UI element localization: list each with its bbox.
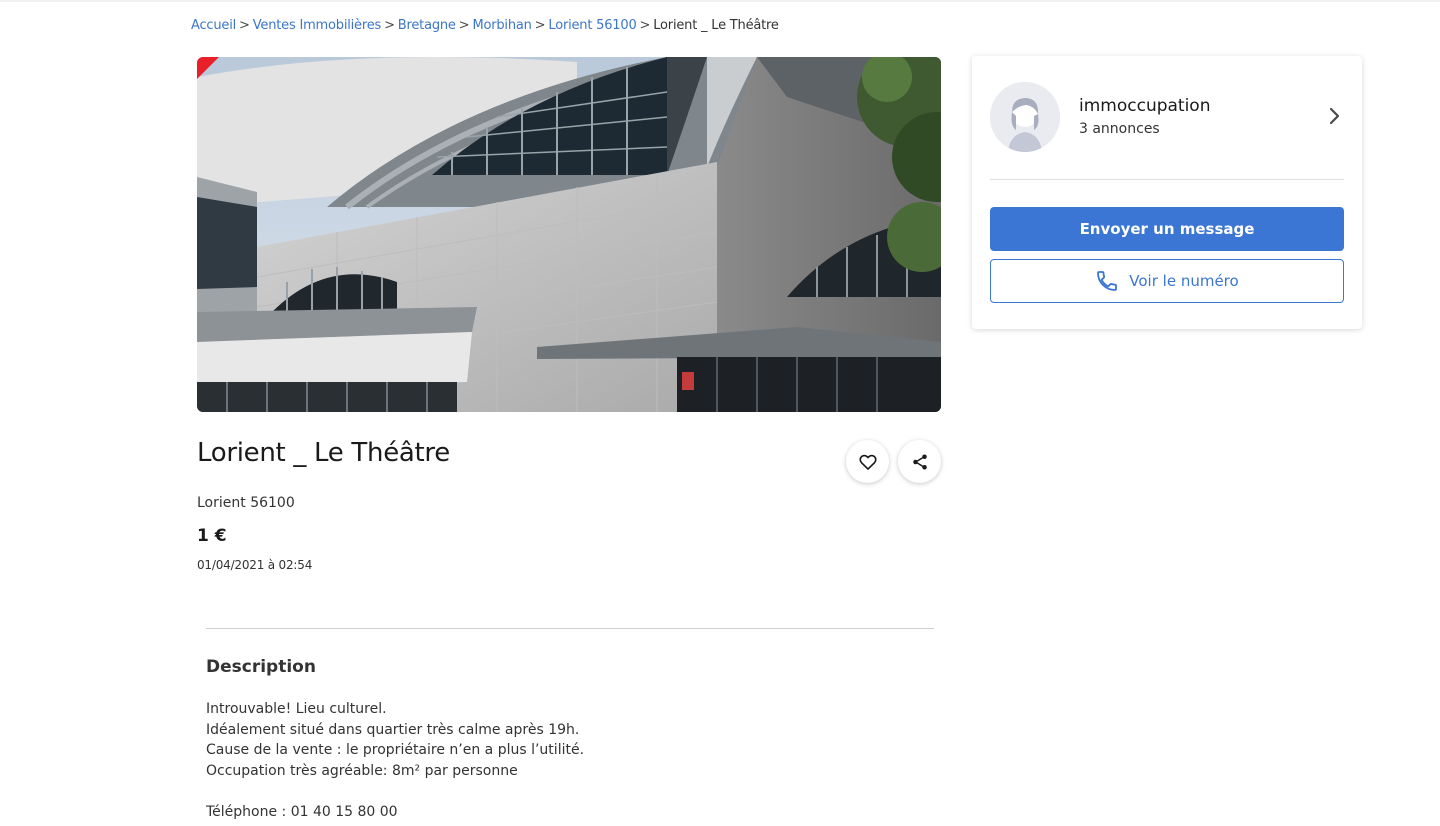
share-icon [912,454,927,469]
theater-building-illustration [197,57,941,412]
chevron-right-icon[interactable] [1322,104,1346,128]
share-button[interactable] [898,440,941,483]
description-line: Occupation très agréable: 8m² par person… [206,762,518,779]
breadcrumb-region[interactable]: Bretagne [398,18,456,33]
breadcrumb-separator: > [534,18,546,33]
phone-icon [1097,271,1118,291]
breadcrumb-home[interactable]: Accueil [191,18,236,33]
seller-card: immoccupation 3 annonces Envoyer un mess… [972,56,1362,329]
breadcrumb: Accueil > Ventes Immobilières > Bretagne > Mor… [191,18,779,33]
listing-photo[interactable] [197,57,941,412]
breadcrumb-separator: > [458,18,470,33]
breadcrumb-current: Lorient _ Le Théâtre [653,18,779,33]
description-body: Introuvable! Lieu culturel. Idéalement s… [206,699,584,822]
card-divider [990,179,1344,180]
section-divider [206,628,934,629]
send-message-button[interactable]: Envoyer un message [990,207,1344,251]
description-line: Idéalement situé dans quartier très calm… [206,721,580,738]
breadcrumb-real-estate[interactable]: Ventes Immobilières [253,18,382,33]
favorite-button[interactable] [846,440,889,483]
heart-icon [858,454,877,470]
listing-title: Lorient _ Le Théâtre [197,438,450,468]
description-line: Introuvable! Lieu culturel. [206,701,387,717]
seller-ads-count: 3 annonces [1079,121,1160,137]
listing-location: Lorient 56100 [197,495,295,511]
description-phone: Téléphone : 01 40 15 80 00 [206,803,398,820]
breadcrumb-separator: > [639,18,651,33]
avatar-illustration [990,82,1060,152]
description-heading: Description [206,657,316,677]
show-phone-label: Voir le numéro [1129,272,1239,290]
description-line: Cause de la vente : le propriétaire n’en… [206,742,585,758]
breadcrumb-separator: > [239,18,250,33]
seller-name[interactable]: immoccupation [1079,96,1210,116]
breadcrumb-city[interactable]: Lorient 56100 [548,18,636,33]
breadcrumb-department[interactable]: Morbihan [472,18,531,33]
listing-price: 1 € [197,526,227,546]
top-border [0,0,1440,2]
show-phone-button[interactable]: Voir le numéro [990,259,1344,303]
user-avatar-icon[interactable] [990,82,1060,152]
listing-date: 01/04/2021 à 02:54 [197,558,313,572]
breadcrumb-separator: > [384,18,395,33]
